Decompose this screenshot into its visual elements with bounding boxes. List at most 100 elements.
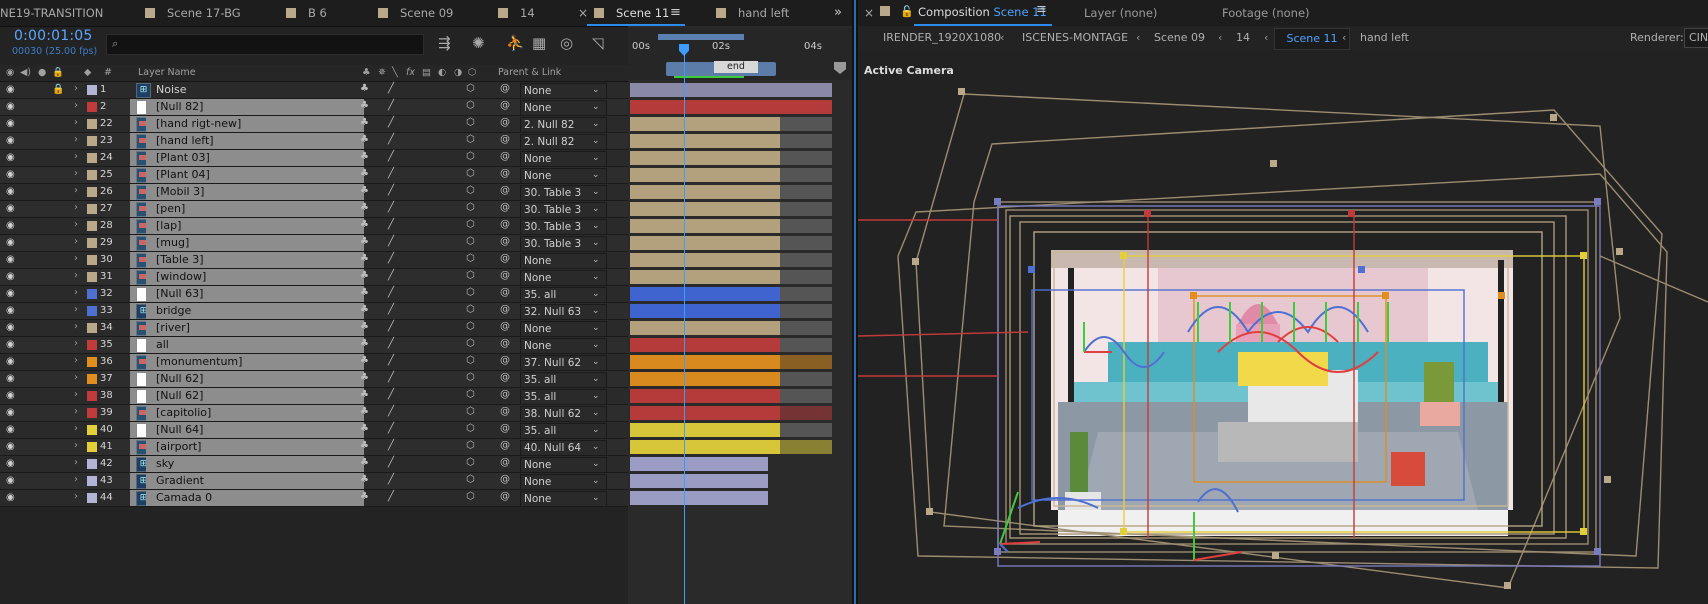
audio-switch-icon[interactable]: ◀) bbox=[20, 65, 31, 81]
eye-icon[interactable]: ◉ bbox=[6, 391, 16, 401]
layer-row[interactable]: ◉ › 38 [Null 62] ♣ ╱ ⬡ @35. all ⌄ bbox=[0, 388, 628, 405]
pick-whip-icon[interactable]: @ bbox=[500, 440, 510, 451]
layer-row[interactable]: ◉ › 29 [mug] ♣ ╱ ⬡ @30. Table 3 ⌄ bbox=[0, 235, 628, 252]
label-tag-icon[interactable]: ◆ bbox=[84, 65, 91, 81]
pick-whip-icon[interactable]: @ bbox=[500, 406, 510, 417]
3d-toggle-icon[interactable]: ⬡ bbox=[466, 372, 475, 383]
tab-scene-17-bg[interactable]: Scene 17-BG bbox=[145, 0, 241, 26]
label-color-swatch[interactable] bbox=[87, 153, 97, 163]
layer-name[interactable]: [river] bbox=[146, 320, 364, 336]
chevron-down-icon[interactable]: ⌄ bbox=[592, 235, 600, 251]
end-marker[interactable]: end bbox=[714, 61, 758, 73]
eye-icon[interactable]: ◉ bbox=[6, 323, 16, 333]
twirl-chevron-icon[interactable]: › bbox=[74, 253, 78, 264]
layer-row[interactable]: ◉ › 32 [Null 63] ♣ ╱ ⬡ @35. all ⌄ bbox=[0, 286, 628, 303]
shy-toggle-icon[interactable]: ♣ bbox=[360, 406, 369, 417]
shy-toggle-icon[interactable]: ♣ bbox=[360, 321, 369, 332]
layer-tab[interactable]: Layer (none) bbox=[1084, 6, 1157, 20]
3d-toggle-icon[interactable]: ⬡ bbox=[466, 406, 475, 417]
current-timecode[interactable]: 0:00:01:05 bbox=[14, 28, 93, 44]
pick-whip-icon[interactable]: @ bbox=[500, 83, 510, 94]
quality-toggle-icon[interactable]: ╱ bbox=[388, 389, 394, 400]
layer-duration-bar[interactable] bbox=[630, 474, 768, 488]
label-color-swatch[interactable] bbox=[87, 340, 97, 350]
layer-duration-bar[interactable] bbox=[630, 151, 780, 165]
layer-duration-bar[interactable] bbox=[630, 304, 780, 318]
eye-icon[interactable]: ◉ bbox=[6, 119, 16, 129]
motion-blur-icon[interactable]: ◎ bbox=[560, 34, 573, 52]
layer-row[interactable]: ◉ › 43 ⊞ Gradient ♣ ╱ ⬡ @ None ⌄ bbox=[0, 473, 628, 490]
motion-blur-switch-icon[interactable]: ◐ bbox=[438, 65, 446, 81]
quality-toggle-icon[interactable]: ╱ bbox=[388, 372, 394, 383]
layer-name[interactable]: Gradient bbox=[146, 473, 364, 489]
layer-row[interactable]: ◉ › 23 [hand left] ♣ ╱ ⬡ @2. Null 82 ⌄ bbox=[0, 133, 628, 150]
shy-toggle-icon[interactable]: ♣ bbox=[360, 253, 369, 264]
3d-toggle-icon[interactable]: ⬡ bbox=[466, 236, 475, 247]
layer-name[interactable]: Noise bbox=[146, 82, 364, 98]
quality-toggle-icon[interactable]: ╱ bbox=[388, 440, 394, 451]
layer-duration-bar[interactable] bbox=[630, 406, 780, 420]
chevron-down-icon[interactable]: ⌄ bbox=[592, 388, 600, 404]
frame-blend-switch-icon[interactable]: ▤ bbox=[422, 65, 431, 81]
eye-icon[interactable]: ◉ bbox=[6, 136, 16, 146]
renderer-dropdown[interactable]: CIN bbox=[1684, 28, 1708, 48]
twirl-chevron-icon[interactable]: › bbox=[74, 202, 78, 213]
chevron-down-icon[interactable]: ⌄ bbox=[592, 133, 600, 149]
playhead-line[interactable] bbox=[684, 44, 685, 604]
3d-toggle-icon[interactable]: ⬡ bbox=[466, 423, 475, 434]
layer-duration-bar[interactable] bbox=[630, 202, 780, 216]
shy-toggle-icon[interactable]: ♣ bbox=[360, 389, 369, 400]
tab-14[interactable]: 14 bbox=[498, 0, 535, 26]
twirl-chevron-icon[interactable]: › bbox=[74, 355, 78, 366]
twirl-chevron-icon[interactable]: › bbox=[74, 134, 78, 145]
chevron-down-icon[interactable]: ⌄ bbox=[592, 218, 600, 234]
layer-row[interactable]: ◉ › 42 ⊞ sky ♣ ╱ ⬡ @ None ⌄ bbox=[0, 456, 628, 473]
3d-toggle-icon[interactable]: ⬡ bbox=[466, 474, 475, 485]
eye-icon[interactable]: ◉ bbox=[6, 289, 16, 299]
tab-b-6[interactable]: B 6 bbox=[286, 0, 327, 26]
viewer-menu-icon[interactable]: ≡ bbox=[1036, 2, 1047, 17]
label-color-swatch[interactable] bbox=[87, 238, 97, 248]
tab-ne19-transition[interactable]: NE19-TRANSITION bbox=[0, 0, 103, 26]
twirl-chevron-icon[interactable]: › bbox=[74, 372, 78, 383]
chevron-down-icon[interactable]: ⌄ bbox=[592, 354, 600, 370]
label-color-swatch[interactable] bbox=[87, 119, 97, 129]
shy-toggle-icon[interactable]: ♣ bbox=[360, 236, 369, 247]
quality-toggle-icon[interactable]: ╱ bbox=[388, 100, 394, 111]
pick-whip-icon[interactable]: @ bbox=[500, 338, 510, 349]
label-color-swatch[interactable] bbox=[87, 221, 97, 231]
layer-name[interactable]: [hand rigt-new] bbox=[146, 116, 364, 132]
quality-toggle-icon[interactable]: ╱ bbox=[388, 134, 394, 145]
label-color-swatch[interactable] bbox=[87, 476, 97, 486]
layer-name[interactable]: [Null 62] bbox=[146, 371, 364, 387]
label-color-swatch[interactable] bbox=[87, 459, 97, 469]
adjustment-switch-icon[interactable]: ◑ bbox=[454, 65, 462, 81]
eye-icon[interactable]: ◉ bbox=[6, 238, 16, 248]
shy-toggle-icon[interactable]: ♣ bbox=[360, 151, 369, 162]
pick-whip-icon[interactable]: @ bbox=[500, 185, 510, 196]
3d-toggle-icon[interactable]: ⬡ bbox=[466, 321, 475, 332]
layer-name[interactable]: sky bbox=[146, 456, 364, 472]
3d-toggle-icon[interactable]: ⬡ bbox=[466, 287, 475, 298]
layer-duration-bar[interactable] bbox=[630, 168, 780, 182]
shy-toggle-icon[interactable]: ♣ bbox=[360, 491, 369, 502]
layer-duration-bar[interactable] bbox=[630, 83, 832, 97]
shy-toggle-icon[interactable]: ♣ bbox=[360, 440, 369, 451]
pick-whip-icon[interactable]: @ bbox=[500, 474, 510, 485]
layer-name[interactable]: bridge bbox=[146, 303, 364, 319]
label-color-swatch[interactable] bbox=[87, 425, 97, 435]
3d-toggle-icon[interactable]: ⬡ bbox=[466, 185, 475, 196]
layer-row[interactable]: ◉ › 39 [capitolio] ♣ ╱ ⬡ @38. Null 62 ⌄ bbox=[0, 405, 628, 422]
twirl-chevron-icon[interactable]: › bbox=[74, 406, 78, 417]
label-color-swatch[interactable] bbox=[87, 255, 97, 265]
shy-layers-icon[interactable]: ⛹ bbox=[506, 34, 525, 52]
label-color-swatch[interactable] bbox=[87, 374, 97, 384]
label-color-swatch[interactable] bbox=[87, 85, 97, 95]
layer-row[interactable]: ◉ › 40 [Null 64] ♣ ╱ ⬡ @35. all ⌄ bbox=[0, 422, 628, 439]
twirl-chevron-icon[interactable]: › bbox=[74, 117, 78, 128]
3d-toggle-icon[interactable]: ⬡ bbox=[466, 304, 475, 315]
eye-icon[interactable]: ◉ bbox=[6, 187, 16, 197]
shy-toggle-icon[interactable]: ♣ bbox=[360, 134, 369, 145]
layer-row[interactable]: ◉ › 24 [Plant 03] ♣ ╱ ⬡ @ None ⌄ bbox=[0, 150, 628, 167]
work-area-bar[interactable] bbox=[658, 34, 744, 40]
